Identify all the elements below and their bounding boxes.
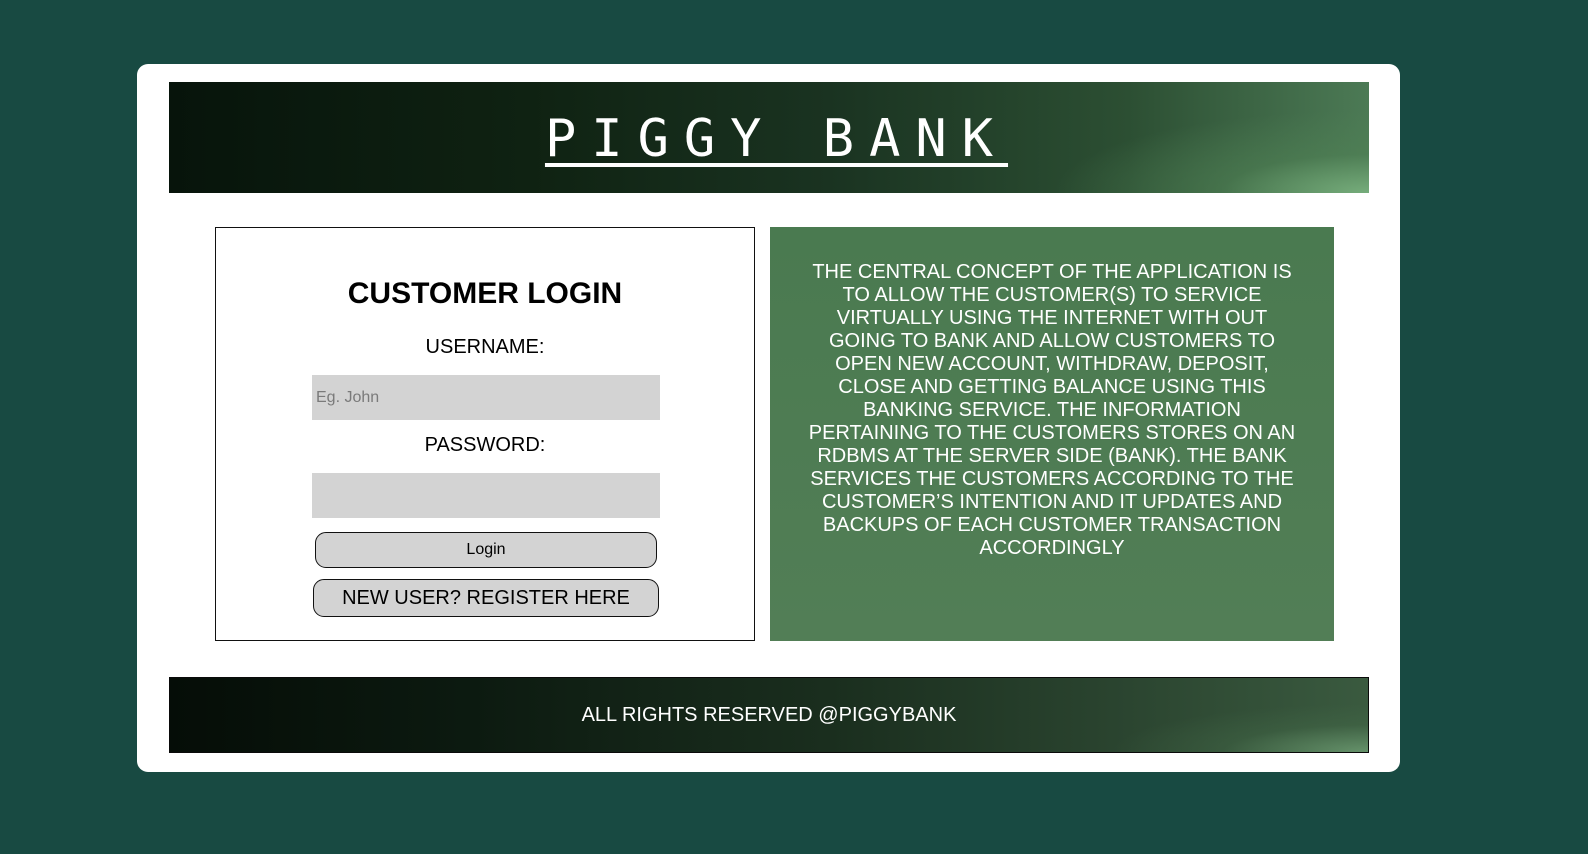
- customer-login-panel: CUSTOMER LOGIN USERNAME: PASSWORD: Login…: [215, 227, 755, 641]
- login-button[interactable]: Login: [315, 532, 657, 568]
- main-card: PIGGY BANK CUSTOMER LOGIN USERNAME: PASS…: [137, 64, 1400, 772]
- username-label: USERNAME:: [425, 336, 545, 358]
- username-input[interactable]: [312, 375, 660, 420]
- footer: ALL RIGHTS RESERVED @PIGGYBANK: [169, 677, 1369, 753]
- page-title: PIGGY BANK: [544, 108, 1009, 169]
- application-description-text: THE CENTRAL CONCEPT OF THE APPLICATION I…: [808, 261, 1296, 559]
- application-description-panel: THE CENTRAL CONCEPT OF THE APPLICATION I…: [770, 227, 1334, 641]
- register-button[interactable]: NEW USER? REGISTER HERE: [313, 579, 659, 617]
- login-title: CUSTOMER LOGIN: [347, 277, 623, 310]
- header-banner: PIGGY BANK: [169, 82, 1369, 193]
- password-label: PASSWORD:: [424, 434, 546, 456]
- password-input[interactable]: [312, 473, 660, 518]
- footer-copyright: ALL RIGHTS RESERVED @PIGGYBANK: [581, 703, 957, 726]
